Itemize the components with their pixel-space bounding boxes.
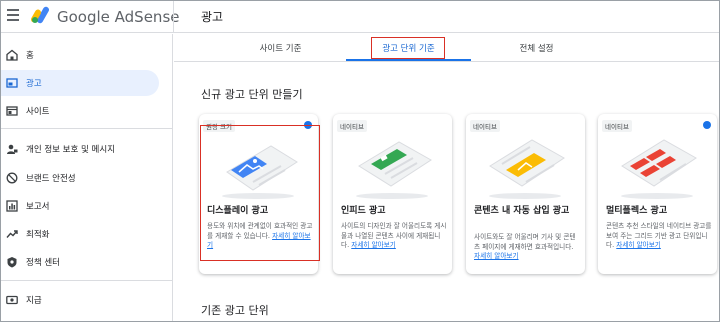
- sidebar-item-label: 최적화: [26, 230, 50, 240]
- sidebar-divider: [1, 128, 173, 129]
- ads-icon: [6, 78, 18, 88]
- optimization-icon: [6, 230, 18, 238]
- sidebar-item-label: 지급: [26, 296, 42, 306]
- learn-more-link[interactable]: 자세히 알아보기: [474, 252, 519, 260]
- sidebar-item-optimization[interactable]: 최적화: [1, 221, 159, 247]
- highlight-box: [371, 37, 445, 59]
- sidebar-item-ads[interactable]: 광고: [1, 70, 159, 96]
- sidebar-item-label: 정책 센터: [26, 258, 60, 268]
- card-badge: 네이티브: [470, 120, 500, 132]
- app-title: Google AdSense: [57, 8, 180, 26]
- new-badge-icon: [703, 121, 711, 129]
- adsense-logo-icon: [31, 6, 49, 24]
- highlight-box: [200, 125, 320, 261]
- privacy-icon: [7, 144, 18, 154]
- multiplex-ad-illustration: [621, 139, 697, 199]
- sidebar-item-label: 개인 정보 보호 및 메시지: [26, 145, 116, 155]
- card-badge: 네이티브: [602, 120, 632, 132]
- card-title: 콘텐츠 내 자동 삽입 광고: [474, 206, 570, 216]
- page-title: 광고: [201, 10, 224, 24]
- in-article-ad-illustration: [489, 139, 565, 199]
- card-badge: 네이티브: [337, 120, 367, 132]
- adsense-window: Google AdSense 광고 홈 광고 사이트 개인 정보 보호 및 메시…: [0, 0, 720, 322]
- in-feed-ad-illustration: [356, 141, 432, 199]
- active-tab-indicator: [346, 59, 471, 61]
- section-title-new-ad-units: 신규 광고 단위 만들기: [201, 88, 303, 101]
- home-icon: [6, 49, 18, 61]
- sidebar-divider: [1, 280, 173, 281]
- card-description: 사이트와도 잘 어울리며 기사 및 콘텐츠 페이지에 게재하면 효과적입니다. …: [474, 233, 580, 262]
- sidebar-item-policy-center[interactable]: 정책 센터: [1, 249, 159, 275]
- sidebar-item-label: 홈: [26, 51, 34, 61]
- multiplex-ads-card[interactable]: 네이티브 멀티플렉스 광고 콘텐츠 추천 스타일의 네이티브 광고를 보여 주는…: [598, 114, 717, 274]
- tab-bar: 사이트 기준 광고 단위 기준 전체 설정: [174, 34, 719, 62]
- sidebar-item-label: 브랜드 안전성: [26, 174, 76, 184]
- tab-by-site[interactable]: 사이트 기준: [218, 34, 343, 62]
- top-app-bar: Google AdSense 광고: [1, 1, 719, 33]
- sidebar-item-privacy[interactable]: 개인 정보 보호 및 메시지: [1, 136, 159, 162]
- sites-icon: [6, 106, 18, 116]
- sidebar-item-home[interactable]: 홈: [1, 42, 159, 68]
- card-title: 인피드 광고: [341, 206, 386, 216]
- in-article-ads-card[interactable]: 네이티브 콘텐츠 내 자동 삽입 광고 사이트와도 잘 어울리며 기사 및 콘텐…: [466, 114, 585, 274]
- payments-icon: [6, 295, 18, 305]
- sidebar-item-label: 사이트: [26, 107, 50, 117]
- sidebar-item-reports[interactable]: 보고서: [1, 193, 159, 219]
- sidebar-item-label: 보고서: [26, 202, 50, 212]
- in-feed-ads-card[interactable]: 네이티브 인피드 광고 사이트의 디자인과 잘 어울리도록 게시물과 나열된 콘…: [333, 114, 452, 274]
- sidebar-item-brand-safety[interactable]: 브랜드 안전성: [1, 165, 159, 191]
- policy-center-icon: [7, 257, 17, 268]
- card-description: 콘텐츠 추천 스타일의 네이티브 광고를 보여 주는 그리드 기반 광고 단위입…: [606, 222, 712, 251]
- sidebar: 홈 광고 사이트 개인 정보 보호 및 메시지 브랜드 안전성 보고서 최적화 …: [1, 34, 173, 321]
- card-description-text: 사이트와도 잘 어울리며 기사 및 콘텐츠 페이지에 게재하면 효과적입니다.: [474, 233, 576, 251]
- sidebar-item-sites[interactable]: 사이트: [1, 98, 159, 124]
- sidebar-item-payments[interactable]: 지급: [1, 287, 159, 313]
- reports-icon: [6, 200, 18, 212]
- card-description: 사이트의 디자인과 잘 어울리도록 게시물과 나열된 콘텐츠 사이에 게재됩니다…: [341, 222, 447, 251]
- section-title-existing-ad-units: 기존 광고 단위: [201, 304, 269, 317]
- brand-safety-icon: [6, 172, 18, 184]
- hamburger-menu-icon[interactable]: [7, 9, 19, 21]
- sidebar-item-label: 광고: [26, 79, 42, 89]
- divider: [173, 1, 174, 33]
- learn-more-link[interactable]: 자세히 알아보기: [351, 241, 396, 249]
- tab-global-settings[interactable]: 전체 설정: [474, 34, 599, 62]
- card-title: 멀티플렉스 광고: [606, 206, 668, 216]
- learn-more-link[interactable]: 자세히 알아보기: [616, 241, 661, 249]
